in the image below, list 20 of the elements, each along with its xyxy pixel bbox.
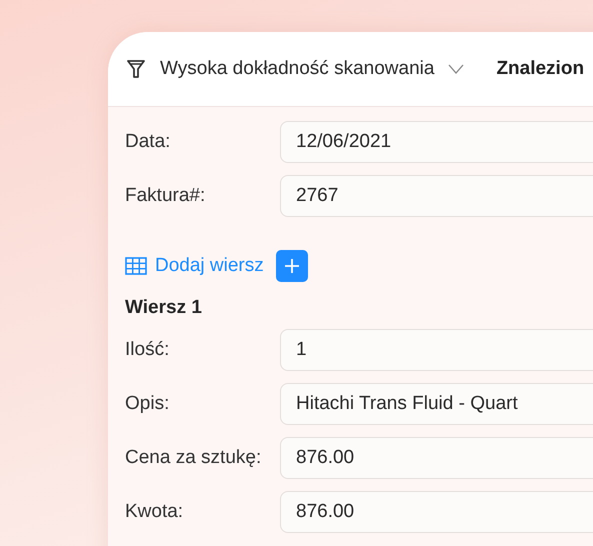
field-label: Data: [125, 131, 172, 153]
row-title: Wiersz 1 [125, 297, 203, 319]
field-label: Cena za sztukę: [125, 447, 262, 469]
field-label: Opis: [125, 393, 170, 415]
input-field[interactable]: 876.00 [280, 437, 593, 479]
input-field[interactable]: 12/06/2021 [280, 121, 593, 163]
add-button[interactable] [276, 250, 308, 282]
input-field[interactable]: Hitachi Trans Fluid - Quart [280, 383, 593, 425]
input-field[interactable]: 1 [280, 329, 593, 371]
field-label: Ilość: [125, 339, 170, 361]
found-label: Znalezion [496, 58, 584, 80]
chevron-down-icon[interactable] [448, 64, 464, 74]
plus-icon [284, 258, 300, 274]
input-field[interactable]: 876.00 [280, 491, 593, 533]
field-label: Kwota: [125, 501, 184, 523]
field-label: Faktura#: [125, 185, 206, 207]
filter-icon[interactable] [126, 59, 146, 79]
scan-accuracy-dropdown[interactable]: Wysoka dokładność skanowania [160, 58, 434, 80]
table-icon [125, 257, 147, 275]
input-field[interactable]: 2767 [280, 175, 593, 217]
